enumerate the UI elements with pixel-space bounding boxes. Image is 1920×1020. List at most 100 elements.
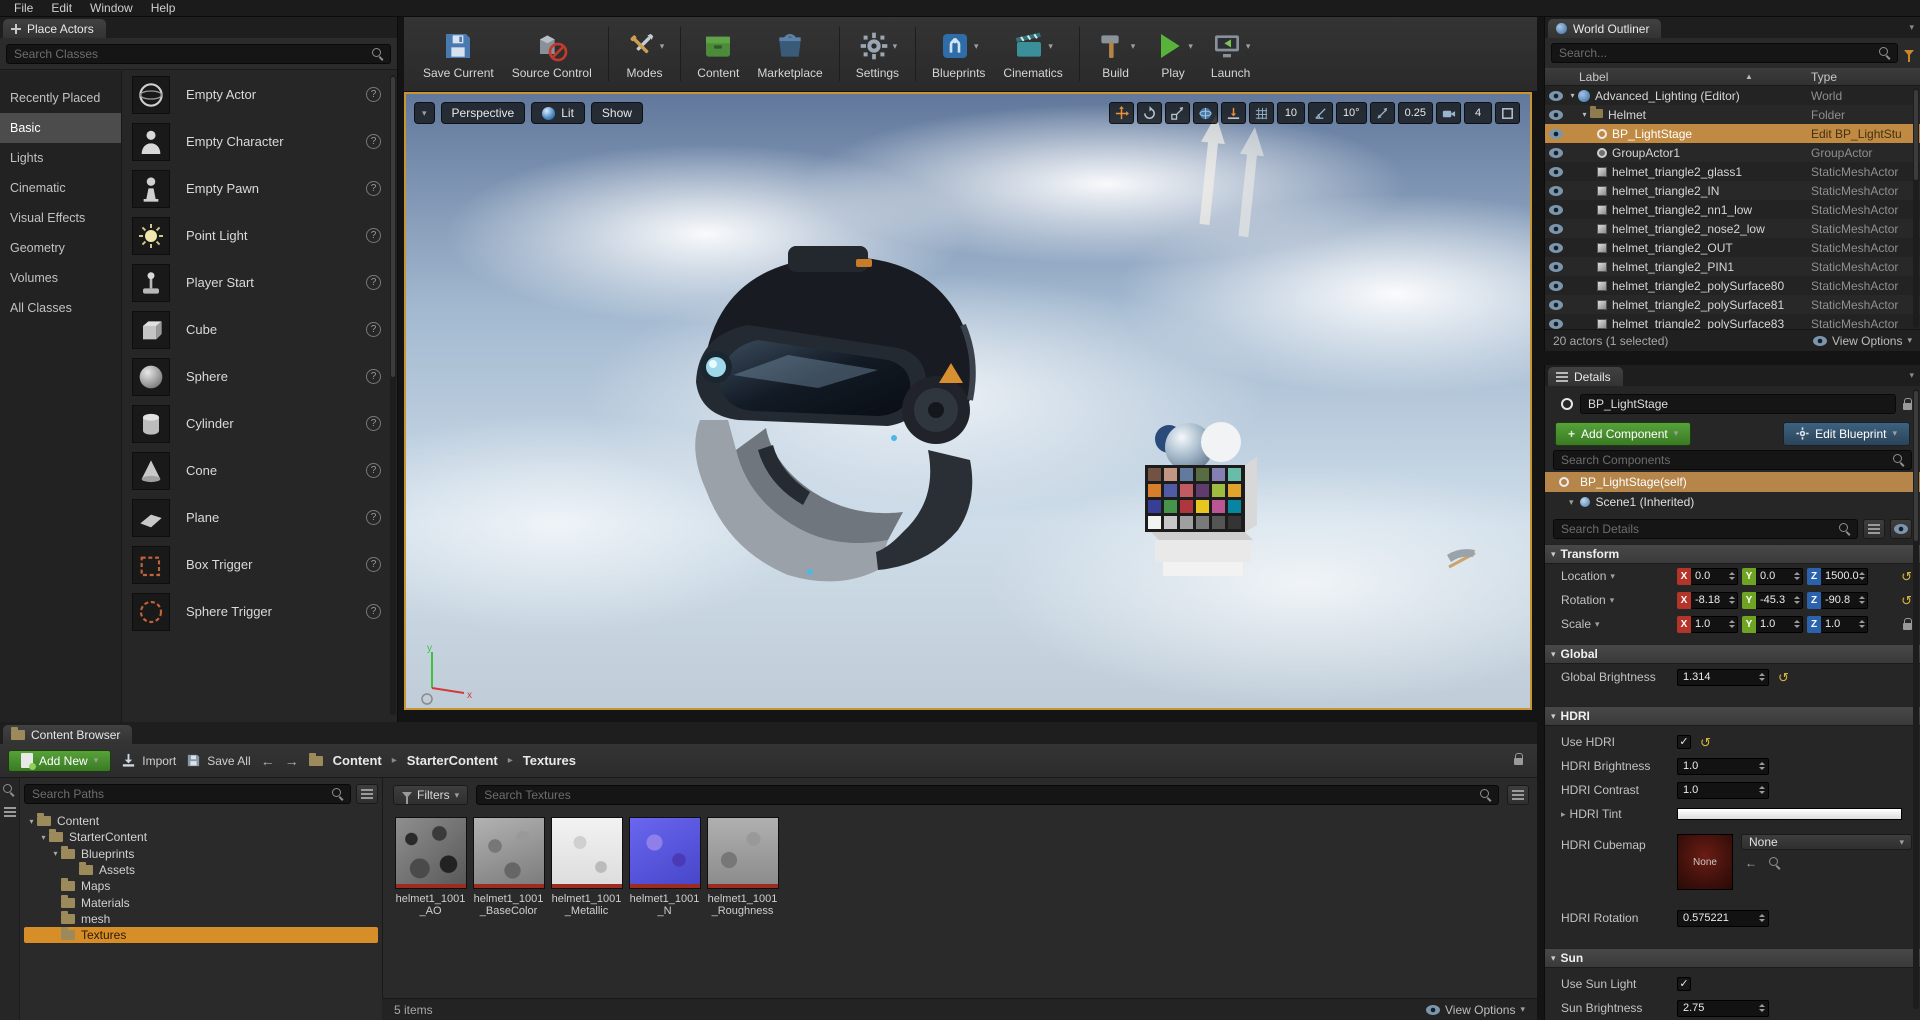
outliner-filter-icon[interactable]	[1904, 50, 1914, 56]
help-icon[interactable]: ?	[366, 463, 381, 478]
outliner-row-mesh[interactable]: helmet_triangle2_polySurface81 StaticMes…	[1545, 295, 1920, 314]
place-actors-scrollbar[interactable]	[390, 75, 396, 715]
chevron-down-icon[interactable]: ▾	[1131, 41, 1136, 52]
list-item-empty-actor[interactable]: Empty Actor ?	[122, 71, 397, 118]
component-item-scene[interactable]: ▾ Scene1 (Inherited)	[1545, 492, 1920, 512]
category-cinematic[interactable]: Cinematic	[0, 173, 121, 203]
section-hdri[interactable]: ▾ HDRI	[1545, 706, 1920, 726]
search-classes-input[interactable]	[14, 47, 368, 61]
blueprints-button[interactable]: ▾ Blueprints	[923, 25, 994, 83]
help-icon[interactable]: ?	[366, 604, 381, 619]
rotation-snap-value[interactable]: 10°	[1336, 102, 1367, 124]
perspective-button[interactable]: Perspective	[441, 102, 526, 124]
property-label[interactable]: Location▾	[1561, 569, 1677, 583]
browse-asset-icon[interactable]	[1769, 857, 1782, 870]
asset-tile-basecolor[interactable]: helmet1_1001_BaseColor	[471, 817, 546, 917]
hdri-contrast-field[interactable]: 1.0	[1677, 782, 1769, 799]
actor-name-field[interactable]	[1588, 397, 1873, 411]
scale-x-field[interactable]: 1.0	[1691, 616, 1738, 633]
tab-details[interactable]: Details	[1548, 367, 1623, 386]
outliner-row-mesh[interactable]: helmet_triangle2_glass1 StaticMeshActor	[1545, 162, 1920, 181]
add-new-button[interactable]: Add New ▾	[8, 750, 111, 772]
content-button[interactable]: Content	[688, 25, 748, 83]
category-visual-effects[interactable]: Visual Effects	[0, 203, 121, 233]
category-all-classes[interactable]: All Classes	[0, 293, 121, 323]
viewport-3d-scene[interactable]: y x	[406, 94, 1530, 708]
help-icon[interactable]: ?	[366, 181, 381, 196]
find-icon[interactable]	[3, 784, 16, 797]
import-button[interactable]: Import	[121, 753, 176, 768]
visibility-eye-icon[interactable]	[1545, 167, 1567, 177]
outliner-row-mesh[interactable]: helmet_triangle2_nose2_low StaticMeshAct…	[1545, 219, 1920, 238]
location-x-field[interactable]: 0.0	[1691, 568, 1738, 585]
save-current-button[interactable]: Save Current	[414, 25, 503, 83]
camera-speed-button[interactable]	[1436, 102, 1461, 124]
chevron-down-icon[interactable]: ▾	[974, 41, 979, 52]
outliner-row-mesh[interactable]: helmet_triangle2_IN StaticMeshActor	[1545, 181, 1920, 200]
grid-snap-toggle[interactable]	[1249, 102, 1274, 124]
outliner-row-mesh[interactable]: helmet_triangle2_polySurface80 StaticMes…	[1545, 276, 1920, 295]
hdri-tint-color-swatch[interactable]	[1677, 808, 1902, 820]
outliner-scrollbar[interactable]	[1913, 88, 1919, 328]
play-button[interactable]: ▾ Play	[1144, 25, 1202, 83]
component-item-root[interactable]: BP_LightStage(self)	[1545, 472, 1920, 492]
panel-menu-icon[interactable]: ▾	[1909, 370, 1914, 381]
scale-lock-icon[interactable]	[1903, 623, 1912, 630]
category-volumes[interactable]: Volumes	[0, 263, 121, 293]
help-icon[interactable]: ?	[366, 322, 381, 337]
show-flags-button[interactable]: Show	[591, 102, 643, 124]
expand-arrow-icon[interactable]: ▾	[38, 833, 49, 842]
section-global[interactable]: ▾ Global	[1545, 644, 1920, 664]
lock-icon[interactable]	[1903, 403, 1912, 410]
visibility-eye-icon[interactable]	[1545, 110, 1567, 120]
list-item-cube[interactable]: Cube ?	[122, 306, 397, 353]
paths-view-button[interactable]	[356, 784, 378, 804]
chevron-down-icon[interactable]: ▾	[1246, 41, 1251, 52]
asset-tile-normal[interactable]: helmet1_1001_N	[627, 817, 702, 917]
search-paths-input[interactable]	[32, 787, 328, 801]
filters-button[interactable]: Filters ▾	[393, 785, 468, 805]
list-item-plane[interactable]: Plane ?	[122, 494, 397, 541]
property-label[interactable]: Scale▾	[1561, 617, 1677, 631]
category-geometry[interactable]: Geometry	[0, 233, 121, 263]
chevron-down-icon[interactable]: ▾	[893, 41, 898, 52]
rotate-tool-button[interactable]	[1137, 102, 1162, 124]
lit-mode-button[interactable]: Lit	[531, 102, 585, 124]
save-search-button[interactable]	[1507, 785, 1529, 805]
add-component-button[interactable]: + Add Component ▾	[1555, 422, 1691, 446]
reset-to-default-icon[interactable]: ↺	[1778, 671, 1789, 684]
use-sun-light-checkbox[interactable]: ✓	[1677, 977, 1691, 991]
outliner-row-bp-lightstage[interactable]: BP_LightStage Edit BP_LightStu	[1545, 124, 1920, 143]
asset-tile-roughness[interactable]: helmet1_1001_Roughness	[705, 817, 780, 917]
chevron-down-icon[interactable]: ▾	[1188, 41, 1193, 52]
modes-button[interactable]: ▾ Modes	[616, 25, 674, 83]
launch-button[interactable]: ▾ Launch	[1202, 25, 1260, 83]
edit-blueprint-button[interactable]: Edit Blueprint ▾	[1783, 422, 1910, 446]
menu-file[interactable]: File	[5, 1, 42, 15]
chevron-down-icon[interactable]: ▾	[1048, 41, 1053, 52]
visibility-eye-icon[interactable]	[1545, 262, 1567, 272]
tab-world-outliner[interactable]: World Outliner	[1548, 19, 1661, 38]
scale-y-field[interactable]: 1.0	[1756, 616, 1803, 633]
edit-blueprint-link[interactable]: Edit BP_LightStu	[1811, 127, 1917, 141]
cinematics-button[interactable]: ▾ Cinematics	[994, 25, 1071, 83]
list-item-point-light[interactable]: Point Light ?	[122, 212, 397, 259]
visibility-eye-icon[interactable]	[1545, 129, 1567, 139]
visibility-eye-icon[interactable]	[1545, 224, 1567, 234]
expand-arrow-icon[interactable]: ▾	[50, 849, 61, 858]
visibility-eye-icon[interactable]	[1545, 243, 1567, 253]
settings-button[interactable]: ▾ Settings	[847, 25, 908, 83]
rotation-y-field[interactable]: -45.3	[1756, 592, 1803, 609]
help-icon[interactable]: ?	[366, 134, 381, 149]
search-components-input[interactable]	[1561, 453, 1889, 467]
category-basic[interactable]: Basic	[0, 113, 121, 143]
outliner-column-header[interactable]: Label ▲ Type	[1545, 68, 1920, 86]
lock-browser-button[interactable]	[1514, 754, 1523, 768]
expand-arrow-icon[interactable]: ▾	[1569, 497, 1574, 508]
list-item-empty-character[interactable]: Empty Character ?	[122, 118, 397, 165]
source-control-button[interactable]: Source Control	[503, 25, 601, 83]
help-icon[interactable]: ?	[366, 228, 381, 243]
tab-content-browser[interactable]: Content Browser	[3, 725, 132, 744]
outliner-view-options-button[interactable]: View Options ▾	[1813, 334, 1912, 348]
asset-tile-metallic[interactable]: helmet1_1001_Metallic	[549, 817, 624, 917]
